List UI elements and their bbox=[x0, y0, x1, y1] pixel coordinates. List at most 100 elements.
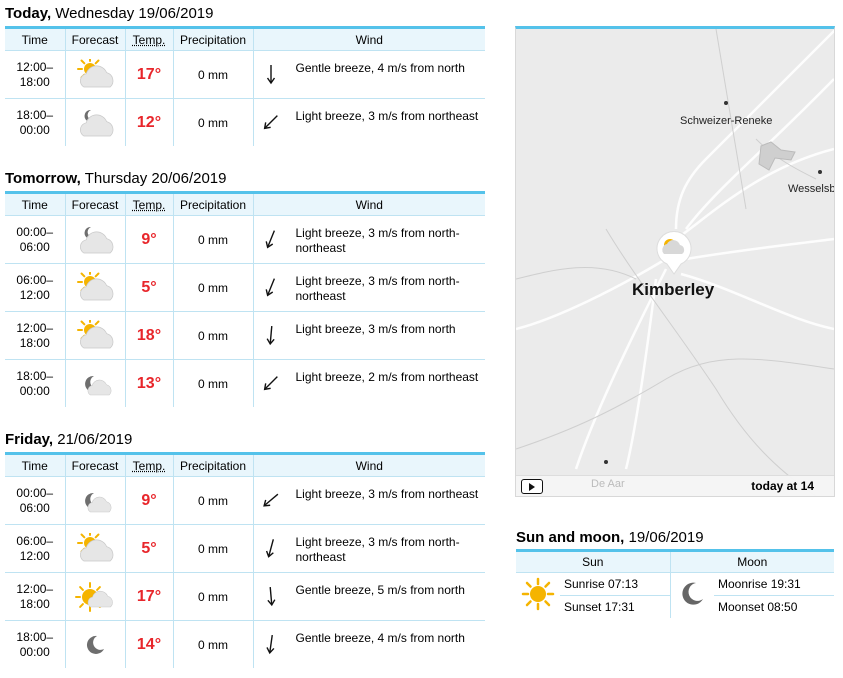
forecast-row[interactable]: 12:00– 18:00 17° 0 mm Gentle breeze, 4 m/… bbox=[5, 50, 485, 99]
map-timestamp: today at 14 bbox=[751, 479, 814, 493]
forecast-row[interactable]: 18:00– 00:00 14° 0 mm Gentle breeze, 4 m/… bbox=[5, 620, 485, 668]
partly-cloudy-day-icon bbox=[64, 311, 125, 360]
day-title: Friday, 21/06/2019 bbox=[5, 431, 133, 448]
play-icon[interactable] bbox=[521, 479, 543, 494]
moonset-value: Moonset 08:50 bbox=[714, 595, 834, 618]
time-cell: 12:00– 18:00 bbox=[5, 50, 65, 99]
time-cell: 00:00– 06:00 bbox=[5, 476, 65, 525]
place-label: De Aar bbox=[591, 478, 625, 490]
col-sun: Sun bbox=[516, 550, 671, 573]
partly-cloudy-day-icon bbox=[64, 50, 125, 99]
temperature-cell: 18° bbox=[124, 311, 173, 360]
map-footer: De Aar today at 14 bbox=[516, 475, 834, 496]
partly-cloudy-day-icon bbox=[64, 263, 125, 312]
fair-night-icon bbox=[64, 359, 125, 407]
weather-map[interactable]: Schweizer-Reneke Wesselsb Kimberley De A… bbox=[515, 26, 835, 497]
col-temp[interactable]: Temp. bbox=[124, 453, 173, 477]
place-label[interactable]: Schweizer-Reneke bbox=[680, 115, 772, 127]
fair-night-icon bbox=[64, 476, 125, 525]
col-forecast: Forecast bbox=[64, 453, 125, 477]
moon-icon bbox=[669, 572, 715, 618]
wind-cell: Light breeze, 3 m/s from north-northeast bbox=[252, 263, 485, 312]
col-precipitation: Precipitation bbox=[172, 453, 253, 477]
forecast-row[interactable]: 00:00– 06:00 9° 0 mm Light breeze, 3 m/s … bbox=[5, 476, 485, 525]
col-wind: Wind bbox=[252, 27, 485, 51]
partly-cloudy-day-icon bbox=[64, 524, 125, 573]
wind-description: Light breeze, 3 m/s from north-northeast bbox=[295, 274, 460, 303]
time-cell: 06:00– 12:00 bbox=[5, 524, 65, 573]
col-temp[interactable]: Temp. bbox=[124, 27, 173, 51]
time-cell: 06:00– 12:00 bbox=[5, 263, 65, 312]
forecast-row[interactable]: 18:00– 00:00 12° 0 mm Light breeze, 3 m/s… bbox=[5, 98, 485, 146]
time-cell: 18:00– 00:00 bbox=[5, 620, 65, 668]
forecast-row[interactable]: 00:00– 06:00 9° 0 mm Light breeze, 3 m/s … bbox=[5, 215, 485, 264]
sun-moon-title: Sun and moon, 19/06/2019 bbox=[516, 529, 704, 546]
wind-description: Light breeze, 2 m/s from northeast bbox=[295, 370, 479, 384]
col-time: Time bbox=[5, 27, 65, 51]
precipitation-cell: 0 mm bbox=[172, 476, 253, 525]
precipitation-cell: 0 mm bbox=[172, 620, 253, 668]
wind-description: Gentle breeze, 4 m/s from north bbox=[295, 61, 465, 75]
temperature-cell: 14° bbox=[124, 620, 173, 668]
forecast-table: Time Forecast Temp. Precipitation Wind 0… bbox=[5, 452, 485, 668]
precipitation-cell: 0 mm bbox=[172, 572, 253, 621]
col-temp[interactable]: Temp. bbox=[124, 192, 173, 216]
wind-description: Light breeze, 3 m/s from northeast bbox=[295, 487, 479, 501]
temperature-cell: 9° bbox=[124, 215, 173, 264]
temperature-cell: 17° bbox=[124, 572, 173, 621]
wind-cell: Light breeze, 3 m/s from north bbox=[252, 311, 485, 360]
forecast-row[interactable]: 06:00– 12:00 5° 0 mm Light breeze, 3 m/s … bbox=[5, 263, 485, 312]
col-precipitation: Precipitation bbox=[172, 192, 253, 216]
precipitation-cell: 0 mm bbox=[172, 98, 253, 146]
forecast-row[interactable]: 06:00– 12:00 5° 0 mm Light breeze, 3 m/s … bbox=[5, 524, 485, 573]
wind-cell: Gentle breeze, 5 m/s from north bbox=[252, 572, 485, 621]
wind-cell: Light breeze, 3 m/s from north-northeast bbox=[252, 215, 485, 264]
wind-cell: Gentle breeze, 4 m/s from north bbox=[252, 50, 485, 99]
day-title: Today, Wednesday 19/06/2019 bbox=[5, 5, 214, 22]
time-cell: 12:00– 18:00 bbox=[5, 311, 65, 360]
forecast-row[interactable]: 18:00– 00:00 13° 0 mm Light breeze, 2 m/s… bbox=[5, 359, 485, 407]
sun-cloud-icon bbox=[64, 572, 125, 621]
precipitation-cell: 0 mm bbox=[172, 359, 253, 407]
wind-description: Light breeze, 3 m/s from north bbox=[295, 322, 456, 336]
temperature-cell: 5° bbox=[124, 524, 173, 573]
place-label[interactable]: Wesselsb bbox=[788, 183, 834, 195]
sunset-value: Sunset 17:31 bbox=[560, 595, 671, 618]
map-city-label[interactable]: Kimberley bbox=[632, 280, 714, 300]
col-wind: Wind bbox=[252, 192, 485, 216]
temperature-cell: 17° bbox=[124, 50, 173, 99]
precipitation-cell: 0 mm bbox=[172, 263, 253, 312]
wind-description: Gentle breeze, 4 m/s from north bbox=[295, 631, 465, 645]
time-cell: 00:00– 06:00 bbox=[5, 215, 65, 264]
day-title: Tomorrow, Thursday 20/06/2019 bbox=[5, 170, 227, 187]
forecast-table: Time Forecast Temp. Precipitation Wind 0… bbox=[5, 191, 485, 407]
col-precipitation: Precipitation bbox=[172, 27, 253, 51]
precipitation-cell: 0 mm bbox=[172, 524, 253, 573]
forecast-row[interactable]: 12:00– 18:00 18° 0 mm Light breeze, 3 m/s… bbox=[5, 311, 485, 360]
partly-cloudy-night-icon bbox=[64, 98, 125, 146]
forecast-table: Time Forecast Temp. Precipitation Wind 1… bbox=[5, 26, 485, 146]
wind-cell: Light breeze, 3 m/s from northeast bbox=[252, 98, 485, 146]
precipitation-cell: 0 mm bbox=[172, 50, 253, 99]
wind-description: Light breeze, 3 m/s from northeast bbox=[295, 109, 479, 123]
forecast-row[interactable]: 12:00– 18:00 17° 0 mm Gentle breeze, 5 m/… bbox=[5, 572, 485, 621]
temperature-cell: 13° bbox=[124, 359, 173, 407]
wind-description: Light breeze, 3 m/s from north-northeast bbox=[295, 226, 460, 255]
time-cell: 18:00– 00:00 bbox=[5, 98, 65, 146]
sunrise-value: Sunrise 07:13 bbox=[560, 572, 671, 596]
temperature-cell: 5° bbox=[124, 263, 173, 312]
time-cell: 18:00– 00:00 bbox=[5, 359, 65, 407]
moon-icon bbox=[64, 620, 125, 668]
col-forecast: Forecast bbox=[64, 192, 125, 216]
location-pin-icon[interactable] bbox=[654, 230, 694, 276]
sun-icon bbox=[516, 572, 560, 618]
time-cell: 12:00– 18:00 bbox=[5, 572, 65, 621]
temperature-cell: 12° bbox=[124, 98, 173, 146]
wind-cell: Light breeze, 2 m/s from northeast bbox=[252, 359, 485, 407]
col-time: Time bbox=[5, 192, 65, 216]
wind-description: Gentle breeze, 5 m/s from north bbox=[295, 583, 465, 597]
wind-description: Light breeze, 3 m/s from north-northeast bbox=[295, 535, 460, 564]
wind-cell: Light breeze, 3 m/s from north-northeast bbox=[252, 524, 485, 573]
temperature-cell: 9° bbox=[124, 476, 173, 525]
sun-moon-table: Sun Moon Sunrise 07:13 Moonrise 19:31 Su… bbox=[516, 549, 834, 618]
